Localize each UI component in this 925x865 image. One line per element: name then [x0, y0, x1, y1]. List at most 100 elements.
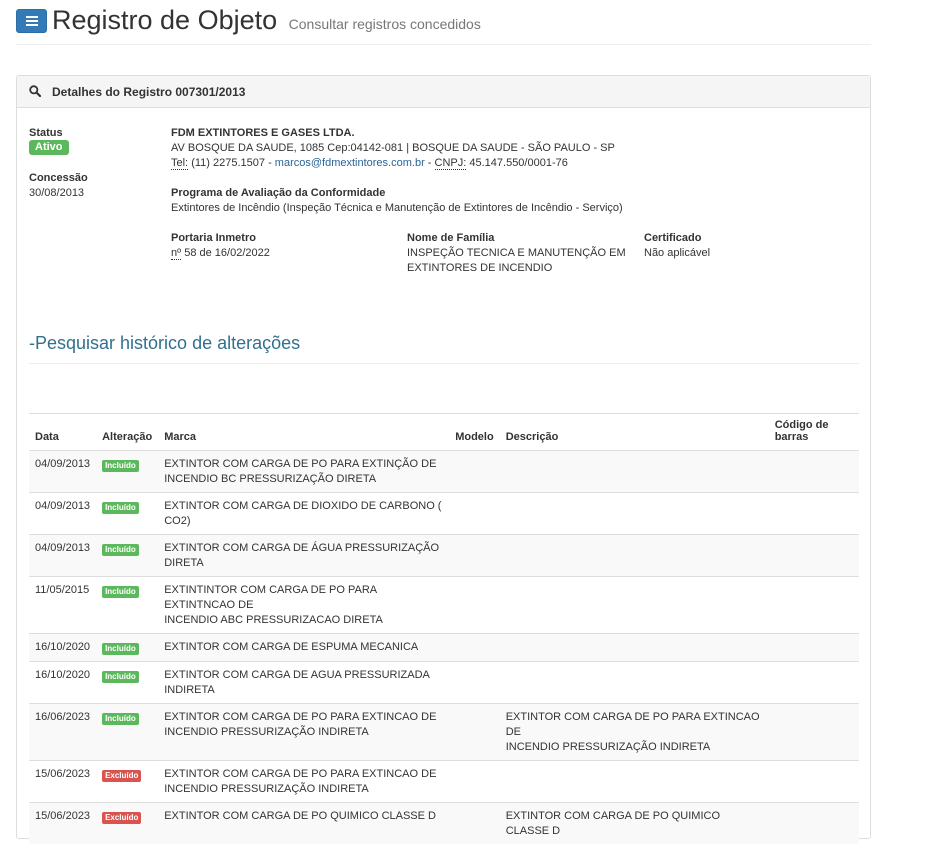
- cell-descricao: [499, 492, 769, 535]
- cell-data: 16/10/2020: [29, 633, 97, 662]
- marca-line2: INCENDIO ABC PRESSURIZACAO DIRETA: [164, 614, 383, 626]
- cell-modelo: [449, 633, 500, 662]
- cell-alteracao: Incluído: [96, 661, 159, 704]
- status-label: Status: [29, 127, 63, 139]
- cell-descricao: [499, 576, 769, 634]
- marca-line1: EXTINTINTOR COM CARGA DE PO PARA EXTINTN…: [164, 584, 377, 611]
- certificado-label: Certificado: [644, 232, 702, 244]
- table-row: 11/05/2015 Incluído EXTINTINTOR COM CARGA …: [29, 576, 859, 634]
- company-address: AV BOSQUE DA SAUDE, 1085 Cep:04142-081 |…: [171, 142, 615, 154]
- cell-data: 04/09/2013: [29, 534, 97, 577]
- cell-alteracao: Excluído: [96, 802, 159, 844]
- history-table: Data Alteração Marca Modelo Descrição Có…: [29, 413, 859, 844]
- menu-button[interactable]: [16, 9, 47, 33]
- cell-data: 04/09/2013: [29, 492, 97, 535]
- marca-line1: EXTINTOR COM CARGA DE ÁGUA PRESSURIZAÇÃO: [164, 542, 440, 554]
- history-search-toggle[interactable]: -Pesquisar histórico de alterações: [29, 333, 859, 364]
- cell-modelo: [449, 703, 500, 761]
- portaria-label: Portaria Inmetro: [171, 232, 256, 244]
- marca-line1: EXTINTOR COM CARGA DE PO PARA EXTINCAO D…: [164, 768, 437, 780]
- marca-line1: EXTINTOR COM CARGA DE PO PARA EXTINÇÃO D…: [164, 458, 437, 470]
- marca-line1: EXTINTOR COM CARGA DE DIOXIDO DE CARBONO…: [164, 500, 442, 512]
- table-row: 15/06/2023 Excluído EXTINTOR COM CARGA DE …: [29, 760, 859, 803]
- cell-alteracao: Incluído: [96, 534, 159, 577]
- cell-alteracao: Incluído: [96, 576, 159, 634]
- cell-alteracao: Incluído: [96, 703, 159, 761]
- cell-alteracao: Excluído: [96, 760, 159, 803]
- cell-data: 15/06/2023: [29, 802, 97, 844]
- col-codigo-line1: Código de: [774, 419, 829, 431]
- email-link[interactable]: marcos@fdmextintores.com.br: [275, 157, 425, 169]
- marca-line1: EXTINTOR COM CARGA DE PO QUIMICO CLASSE …: [164, 810, 436, 822]
- cell-codigo-barras: [768, 492, 859, 535]
- cell-modelo: [449, 534, 500, 577]
- cell-alteracao: Incluído: [96, 633, 159, 662]
- panel-heading: Detalhes do Registro 007301/2013: [17, 76, 870, 108]
- cell-marca: EXTINTOR COM CARGA DE PO PARA EXTINÇÃO D…: [158, 450, 450, 493]
- marca-line1: EXTINTOR COM CARGA DE ESPUMA MECANICA: [164, 641, 419, 653]
- alteracao-badge: Incluído: [102, 460, 139, 472]
- cell-modelo: [449, 576, 500, 634]
- descricao-line1: EXTINTOR COM CARGA DE PO QUIMICO CLASSE …: [505, 810, 721, 837]
- cell-codigo-barras: [768, 760, 859, 803]
- familia-value-line2: EXTINTORES DE INCENDIO: [407, 262, 553, 274]
- familia-label: Nome de Família: [407, 232, 495, 244]
- certificado-value: Não aplicável: [644, 247, 711, 259]
- col-descricao: Descrição: [499, 413, 769, 451]
- marca-line2: CO2): [164, 515, 191, 527]
- col-marca: Marca: [158, 413, 450, 451]
- portaria-value-wrap: nº 58 de 16/02/2022: [171, 247, 270, 260]
- hamburger-icon: [25, 16, 38, 26]
- tel-value: (11) 2275.1507: [191, 157, 265, 169]
- concessao-value: 30/08/2013: [29, 187, 85, 199]
- cell-alteracao: Incluído: [96, 492, 159, 535]
- cell-modelo: [449, 802, 500, 844]
- cell-descricao: [499, 760, 769, 803]
- cell-data: 11/05/2015: [29, 576, 97, 634]
- alteracao-badge: Incluído: [102, 586, 139, 598]
- marca-line2: INDIRETA: [164, 684, 215, 696]
- cell-marca: EXTINTOR COM CARGA DE ÁGUA PRESSURIZAÇÃO…: [158, 534, 450, 577]
- cell-descricao: [499, 661, 769, 704]
- cell-marca: EXTINTOR COM CARGA DE PO PARA EXTINCAO D…: [158, 760, 450, 803]
- cell-marca: EXTINTINTOR COM CARGA DE PO PARA EXTINTN…: [158, 576, 450, 634]
- tel-label: Tel:: [171, 157, 189, 170]
- col-data: Data: [29, 413, 97, 451]
- table-row: 15/06/2023 Excluído EXTINTOR COM CARGA DE …: [29, 802, 859, 844]
- register-details-panel: Detalhes do Registro 007301/2013 Status …: [16, 75, 871, 844]
- col-codigo-barras: Código de barras: [768, 413, 859, 451]
- company-name: FDM EXTINTORES E GASES LTDA.: [171, 127, 355, 139]
- col-codigo-line2: barras: [774, 431, 809, 443]
- cell-modelo: [449, 492, 500, 535]
- familia-value-line1: INSPEÇÃO TECNICA E MANUTENÇÃO EM: [407, 247, 626, 259]
- table-row: 04/09/2013 Incluído EXTINTOR COM CARGA DE …: [29, 450, 859, 493]
- cell-modelo: [449, 450, 500, 493]
- contact-separator: -: [268, 157, 272, 169]
- cell-descricao: EXTINTOR COM CARGA DE PO PARA EXTINCAO D…: [499, 703, 769, 761]
- cell-descricao: EXTINTOR COM CARGA DE PO QUIMICO CLASSE …: [499, 802, 769, 844]
- cell-descricao: [499, 633, 769, 662]
- alteracao-badge: Incluído: [102, 502, 139, 514]
- table-row: 16/10/2020 Incluído EXTINTOR COM CARGA DE …: [29, 633, 859, 662]
- portaria-value: 58 de 16/02/2022: [184, 247, 270, 259]
- cell-marca: EXTINTOR COM CARGA DE PO QUIMICO CLASSE …: [158, 802, 450, 844]
- table-row: 16/06/2023 Incluído EXTINTOR COM CARGA DE …: [29, 703, 859, 761]
- marca-line1: EXTINTOR COM CARGA DE AGUA PRESSURIZADA: [164, 669, 430, 681]
- table-row: 16/10/2020 Incluído EXTINTOR COM CARGA DE …: [29, 661, 859, 704]
- page-title: Registro de Objeto Consultar registros c…: [52, 5, 481, 36]
- cell-modelo: [449, 661, 500, 704]
- page-title-text: Registro de Objeto: [52, 5, 278, 35]
- programa-value: Extintores de Incêndio (Inspeção Técnica…: [171, 202, 623, 214]
- history-table-header: Data Alteração Marca Modelo Descrição Có…: [29, 413, 859, 451]
- cell-data: 16/10/2020: [29, 661, 97, 704]
- contact-separator-2: -: [427, 157, 432, 169]
- cnpj-value: 45.147.550/0001-76: [469, 157, 568, 169]
- cell-codigo-barras: [768, 450, 859, 493]
- cnpj-label: CNPJ:: [434, 157, 467, 170]
- cell-codigo-barras: [768, 802, 859, 844]
- table-row: 04/09/2013 Incluído EXTINTOR COM CARGA DE …: [29, 492, 859, 535]
- cell-codigo-barras: [768, 703, 859, 761]
- cell-data: 15/06/2023: [29, 760, 97, 803]
- programa-label: Programa de Avaliação da Conformidade: [171, 187, 386, 199]
- company-contacts: Tel: (11) 2275.1507 - marcos@fdmextintor…: [171, 157, 568, 170]
